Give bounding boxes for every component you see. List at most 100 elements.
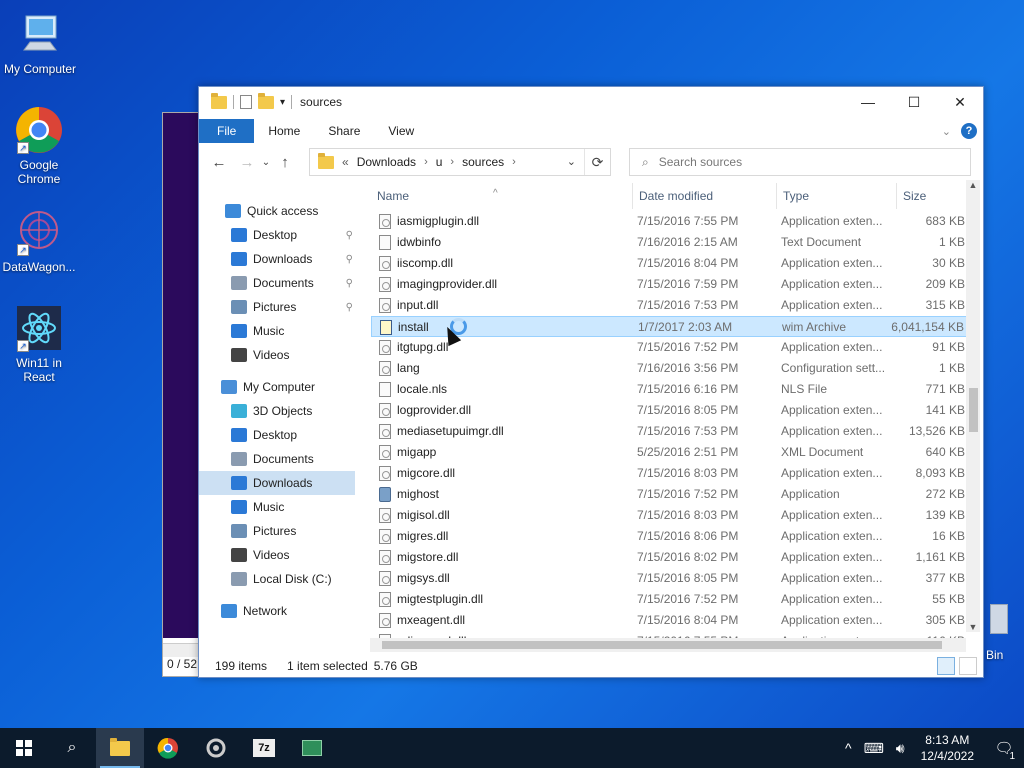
file-row[interactable]: migisol.dll 7/15/2016 8:03 PM Application …	[371, 505, 967, 526]
desktop-icon-datawagon[interactable]: ↗ DataWagon...	[1, 208, 77, 274]
file-row[interactable]: iiscomp.dll 7/15/2016 8:04 PM Application …	[371, 253, 967, 274]
chevron-right-icon[interactable]: ›	[424, 156, 428, 168]
background-window[interactable]: 0 / 52	[162, 112, 202, 677]
chevron-down-icon[interactable]: ⌄	[567, 155, 576, 168]
address-bar[interactable]: « Downloads › u › sources › ⌄ ⟳	[309, 148, 611, 176]
taskbar-media-app[interactable]	[288, 728, 336, 768]
breadcrumb-downloads[interactable]: Downloads	[357, 155, 416, 169]
up-button[interactable]: ↑	[273, 150, 297, 174]
taskbar-file-explorer[interactable]	[96, 728, 144, 768]
recent-locations-icon[interactable]: ⌄	[259, 150, 273, 174]
volume-icon[interactable]: 🔊︎	[890, 740, 911, 757]
new-folder-icon[interactable]	[258, 92, 274, 109]
folder-icon[interactable]	[211, 92, 227, 109]
pin-icon[interactable]: ⚲	[346, 302, 353, 313]
desktop-icon-my-computer[interactable]: My Computer	[2, 10, 78, 76]
address-overflow[interactable]: «	[342, 155, 349, 169]
desktop-icon-win11-react[interactable]: ↗ Win11 in React	[1, 304, 77, 384]
file-row[interactable]: mxeagent.dll 7/15/2016 8:04 PM Application…	[371, 610, 967, 631]
pin-icon[interactable]: ⚲	[346, 278, 353, 289]
back-button[interactable]: ←	[207, 150, 231, 174]
file-row[interactable]: migsys.dll 7/15/2016 8:05 PM Application e…	[371, 568, 967, 589]
details-view-button[interactable]	[937, 657, 955, 675]
column-header-size[interactable]: Size	[897, 183, 967, 209]
breadcrumb-sources[interactable]: sources	[462, 155, 504, 169]
file-row[interactable]: migapp 5/25/2016 2:51 PM XML Document 640 K…	[371, 442, 967, 463]
forward-button[interactable]: →	[235, 150, 259, 174]
file-row[interactable]: migres.dll 7/15/2016 8:06 PM Application e…	[371, 526, 967, 547]
nav-item-quick-access[interactable]: Quick access	[199, 199, 355, 223]
nav-item-videos[interactable]: Videos	[199, 543, 355, 567]
horizontal-scrollbar[interactable]	[370, 638, 966, 652]
nav-item-desktop[interactable]: Desktop	[199, 423, 355, 447]
properties-icon[interactable]	[240, 95, 252, 109]
file-row[interactable]: locale.nls 7/15/2016 6:16 PM NLS File 771 K…	[371, 379, 967, 400]
close-button[interactable]: ✕	[937, 87, 983, 117]
breadcrumb-u[interactable]: u	[436, 155, 443, 169]
tab-share[interactable]: Share	[314, 119, 374, 143]
scrollbar-thumb[interactable]	[382, 641, 942, 649]
tab-view[interactable]: View	[374, 119, 428, 143]
maximize-button[interactable]: ☐	[891, 87, 937, 117]
search-button[interactable]: ⌕	[48, 728, 96, 768]
file-row[interactable]: mighost 7/15/2016 7:52 PM Application 272 K…	[371, 484, 967, 505]
minimize-button[interactable]: —	[845, 87, 891, 117]
clock[interactable]: 8:13 AM 12/4/2022	[911, 732, 984, 764]
desktop-icon-recycle-bin[interactable]: Bin	[986, 604, 1024, 662]
file-row[interactable]: logprovider.dll 7/15/2016 8:05 PM Applicat…	[371, 400, 967, 421]
file-row[interactable]: iasmigplugin.dll 7/15/2016 7:55 PM Applica…	[371, 211, 967, 232]
chevron-right-icon[interactable]: ›	[450, 156, 454, 168]
tab-home[interactable]: Home	[254, 119, 314, 143]
file-row[interactable]: migstore.dll 7/15/2016 8:02 PM Application…	[371, 547, 967, 568]
start-button[interactable]	[0, 728, 48, 768]
show-hidden-icons-icon[interactable]: ^	[839, 740, 858, 756]
nav-item-pictures[interactable]: Pictures ⚲	[199, 295, 355, 319]
column-header-date[interactable]: Date modified	[633, 183, 777, 209]
file-row[interactable]: mediasetupuimgr.dll 7/15/2016 7:53 PM Appl…	[371, 421, 967, 442]
scroll-up-icon[interactable]: ▲	[966, 180, 980, 190]
chevron-right-icon[interactable]: ›	[512, 156, 516, 168]
column-header-type[interactable]: Type	[777, 183, 897, 209]
file-row[interactable]: migcore.dll 7/15/2016 8:03 PM Application …	[371, 463, 967, 484]
pin-icon[interactable]: ⚲	[346, 254, 353, 265]
background-window-scrollbar[interactable]	[163, 643, 201, 657]
nav-item-desktop[interactable]: Desktop ⚲	[199, 223, 355, 247]
large-icons-view-button[interactable]	[959, 657, 977, 675]
nav-item-music[interactable]: Music	[199, 319, 355, 343]
nav-item-network[interactable]: Network	[199, 599, 355, 623]
nav-item-documents[interactable]: Documents	[199, 447, 355, 471]
file-explorer-window[interactable]: ▾ sources — ☐ ✕ File Home Share View ⌄ ?…	[198, 86, 984, 678]
notification-center-button[interactable]: 🗨︎ 1	[984, 739, 1024, 762]
column-header-name[interactable]: Name ^	[371, 183, 633, 209]
chevron-down-icon[interactable]: ▾	[280, 97, 285, 108]
file-row[interactable]: migtestplugin.dll 7/15/2016 7:52 PM Applic…	[371, 589, 967, 610]
scrollbar-thumb[interactable]	[969, 388, 978, 432]
taskbar-7zip[interactable]: 7z	[240, 728, 288, 768]
tab-file[interactable]: File	[199, 119, 255, 143]
nav-item-3d-objects[interactable]: 3D Objects	[199, 399, 355, 423]
pin-icon[interactable]: ⚲	[346, 230, 353, 241]
desktop-icon-google-chrome[interactable]: ↗ Google Chrome	[1, 106, 77, 186]
help-icon[interactable]: ?	[961, 123, 977, 139]
nav-item-music[interactable]: Music	[199, 495, 355, 519]
file-row[interactable]: imagingprovider.dll 7/15/2016 7:59 PM Appl…	[371, 274, 967, 295]
expand-ribbon-icon[interactable]: ⌄	[942, 125, 951, 138]
file-row[interactable]: idwbinfo 7/16/2016 2:15 AM Text Document 1 …	[371, 232, 967, 253]
nav-item-downloads[interactable]: Downloads	[199, 471, 355, 495]
file-row[interactable]: lang 7/16/2016 3:56 PM Configuration sett.…	[371, 358, 967, 379]
nav-item-documents[interactable]: Documents ⚲	[199, 271, 355, 295]
title-bar[interactable]: ▾ sources — ☐ ✕	[199, 87, 983, 117]
nav-item-local-disk-c-[interactable]: Local Disk (C:)	[199, 567, 355, 591]
nav-item-downloads[interactable]: Downloads ⚲	[199, 247, 355, 271]
nav-item-pictures[interactable]: Pictures	[199, 519, 355, 543]
refresh-button[interactable]: ⟳	[584, 149, 610, 175]
vertical-scrollbar[interactable]: ▲ ▼	[966, 180, 980, 632]
nav-item-my-computer[interactable]: My Computer	[199, 375, 355, 399]
file-row[interactable]: input.dll 7/15/2016 7:53 PM Application ex…	[371, 295, 967, 316]
taskbar-chrome[interactable]	[144, 728, 192, 768]
network-icon[interactable]: ⌨	[858, 740, 890, 757]
scroll-down-icon[interactable]: ▼	[966, 622, 980, 632]
search-input[interactable]: ⌕ Search sources	[629, 148, 971, 176]
nav-item-videos[interactable]: Videos	[199, 343, 355, 367]
taskbar-app-ring[interactable]	[192, 728, 240, 768]
